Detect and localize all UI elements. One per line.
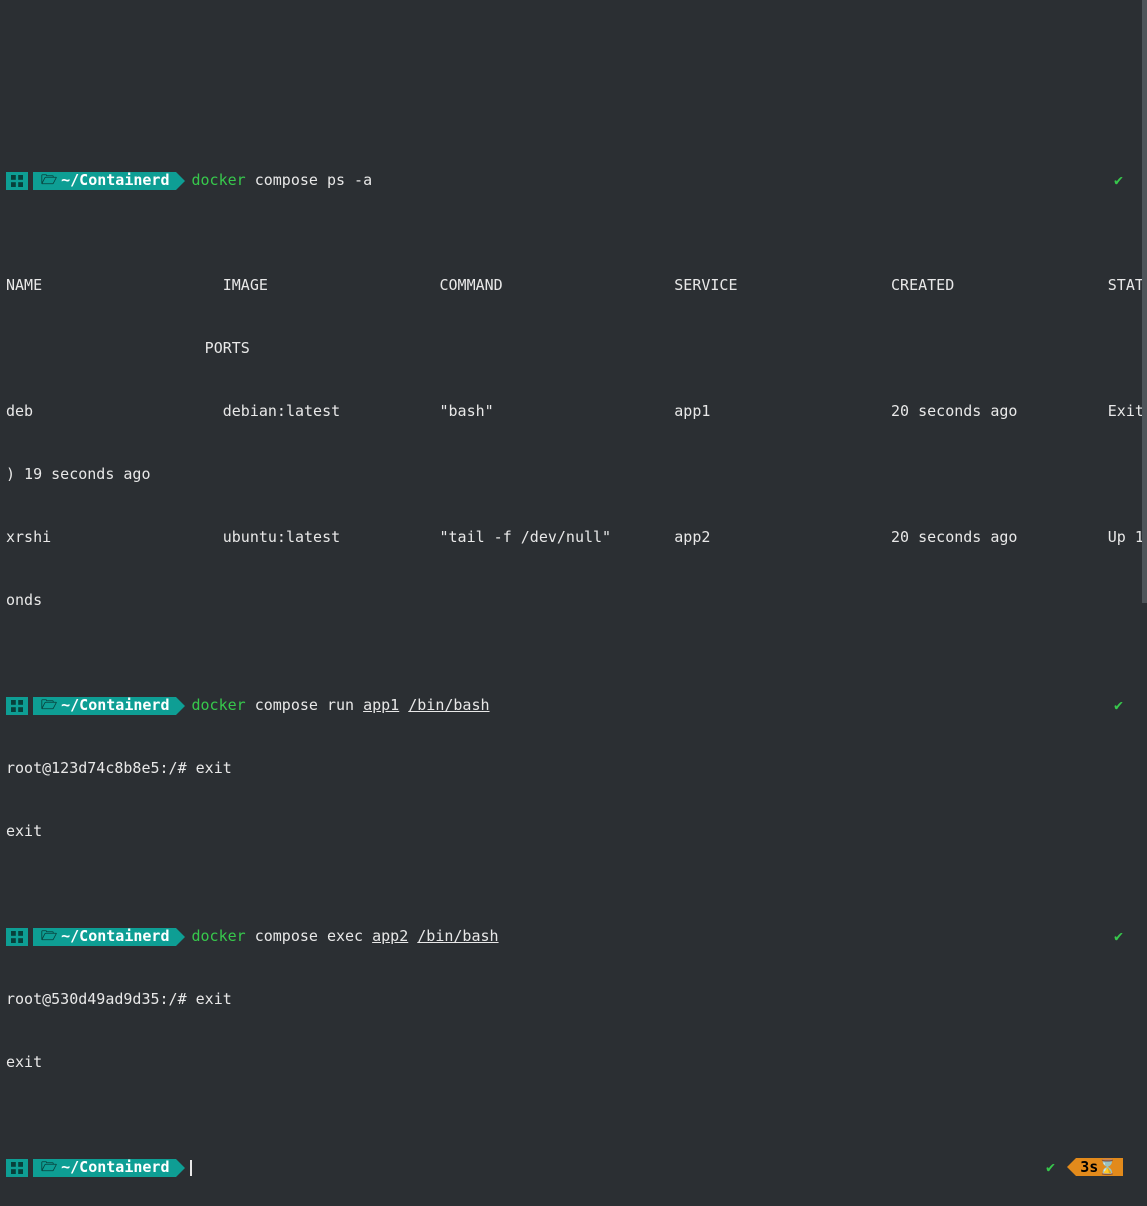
table-row: onds bbox=[6, 590, 1141, 611]
cwd-path: ~/Containerd bbox=[61, 926, 169, 947]
ps-header: NAME IMAGE COMMAND SERVICE CREATED STATU… bbox=[6, 275, 1141, 296]
distro-icon bbox=[6, 697, 28, 715]
prompt-line: 🗁 ~/Containerd docker compose run app1 /… bbox=[6, 695, 1141, 716]
path-segment: 🗁 ~/Containerd bbox=[33, 1159, 176, 1177]
path-segment: 🗁 ~/Containerd bbox=[33, 172, 176, 190]
status-check-icon: ✔ bbox=[1114, 695, 1123, 716]
ps-header-2: PORTS bbox=[6, 338, 1141, 359]
status-check-icon: ✔ bbox=[1114, 170, 1123, 191]
prompt-line: 🗁 ~/Containerd docker compose ps -a ✔ bbox=[6, 170, 1141, 191]
output-line: root@530d49ad9d35:/# exit bbox=[6, 989, 1141, 1010]
terminal[interactable]: 🗁 ~/Containerd docker compose ps -a ✔ NA… bbox=[0, 84, 1147, 1206]
folder-icon: 🗁 bbox=[41, 1157, 57, 1178]
folder-icon: 🗁 bbox=[41, 170, 57, 191]
table-row: ) 19 seconds ago bbox=[6, 464, 1141, 485]
command-input[interactable]: docker compose run app1 /bin/bash bbox=[192, 695, 490, 716]
command-input[interactable]: docker compose ps -a bbox=[192, 170, 373, 191]
cwd-path: ~/Containerd bbox=[61, 695, 169, 716]
distro-icon bbox=[6, 1159, 28, 1177]
command-input[interactable]: docker compose exec app2 /bin/bash bbox=[192, 926, 499, 947]
prompt-line-active[interactable]: 🗁 ~/Containerd ✔ 3s ⌛ bbox=[6, 1157, 1141, 1178]
output-line: root@123d74c8b8e5:/# exit bbox=[6, 758, 1141, 779]
path-segment: 🗁 ~/Containerd bbox=[33, 697, 176, 715]
scrollbar[interactable] bbox=[1142, 0, 1147, 603]
folder-icon: 🗁 bbox=[41, 695, 57, 716]
duration-badge: 3s ⌛ bbox=[1076, 1158, 1123, 1176]
hourglass-icon: ⌛ bbox=[1098, 1157, 1117, 1178]
distro-icon bbox=[6, 928, 28, 946]
folder-icon: 🗁 bbox=[41, 926, 57, 947]
status-check-icon: ✔ bbox=[1114, 926, 1123, 947]
status-check-icon: ✔ bbox=[1046, 1157, 1055, 1178]
cursor bbox=[190, 1160, 192, 1176]
table-row: xrshi ubuntu:latest "tail -f /dev/null" … bbox=[6, 527, 1141, 548]
distro-icon bbox=[6, 172, 28, 190]
cwd-path: ~/Containerd bbox=[61, 1157, 169, 1178]
table-row: deb debian:latest "bash" app1 20 seconds… bbox=[6, 401, 1141, 422]
cwd-path: ~/Containerd bbox=[61, 170, 169, 191]
output-line: exit bbox=[6, 1052, 1141, 1073]
prompt-line: 🗁 ~/Containerd docker compose exec app2 … bbox=[6, 926, 1141, 947]
output-line: exit bbox=[6, 821, 1141, 842]
path-segment: 🗁 ~/Containerd bbox=[33, 928, 176, 946]
